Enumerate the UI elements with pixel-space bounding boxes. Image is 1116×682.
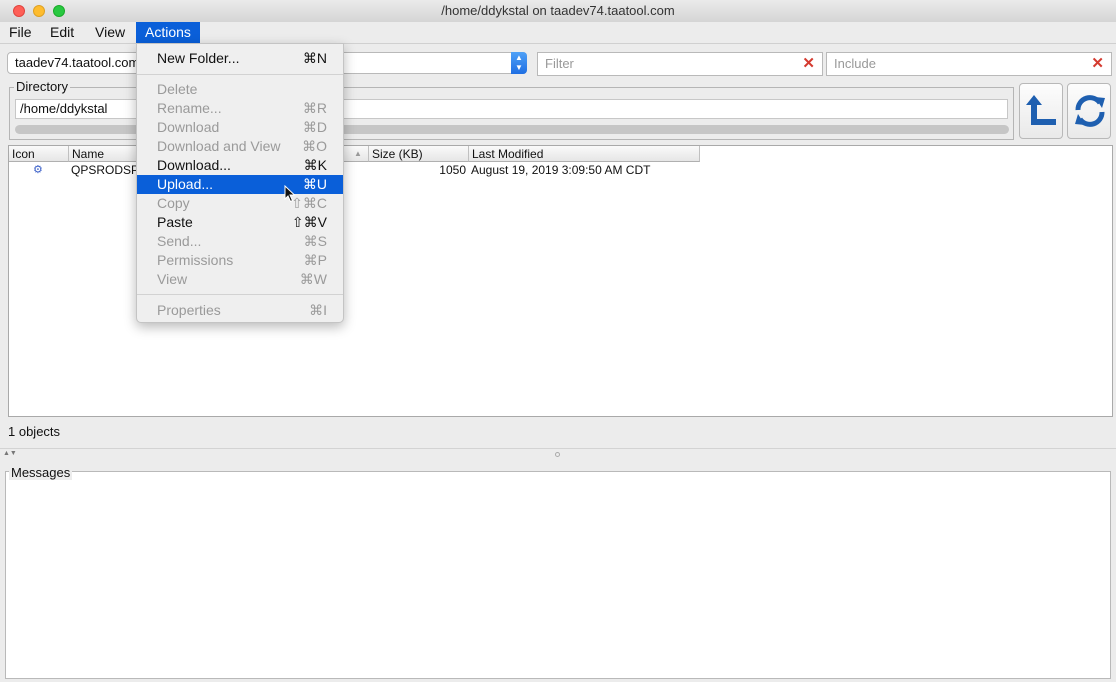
filter-input[interactable]: Filter ✕ — [537, 52, 823, 76]
refresh-icon — [1075, 95, 1105, 127]
file-last-modified: August 19, 2019 3:09:50 AM CDT — [471, 163, 651, 177]
menu-bar: File Edit View Actions — [0, 22, 1116, 44]
menu-item-permissions: Permissions ⌘P — [157, 252, 327, 268]
minimize-window-button[interactable] — [33, 5, 45, 17]
actions-menu: New Folder... ⌘N Delete Rename... ⌘R Downl… — [136, 43, 344, 323]
menu-separator — [137, 74, 343, 75]
file-icon: ⚙ — [33, 164, 43, 176]
title-bar: /home/ddykstal on taadev74.taatool.com — [0, 0, 1116, 23]
column-header-size[interactable]: Size (KB) — [369, 146, 469, 162]
directory-path: /home/ddykstal — [20, 101, 108, 116]
zoom-window-button[interactable] — [53, 5, 65, 17]
menu-item-upload[interactable]: Upload... ⌘U — [137, 175, 343, 194]
file-name: QPSRODSP. — [71, 163, 141, 177]
clear-filter-icon[interactable]: ✕ — [802, 53, 815, 75]
collapse-arrows-icon[interactable]: ▲▼ — [3, 450, 17, 457]
menu-item-view: View ⌘W — [157, 271, 327, 287]
object-count: 1 objects — [8, 424, 61, 439]
clear-include-icon[interactable]: ✕ — [1091, 53, 1104, 75]
menu-item-send: Send... ⌘S — [157, 233, 327, 249]
menu-item-new-folder[interactable]: New Folder... ⌘N — [137, 49, 343, 68]
menu-file[interactable]: File — [0, 22, 41, 43]
sort-ascending-icon: ▲ — [354, 149, 362, 158]
menu-item-properties: Properties ⌘I — [157, 302, 327, 318]
window-title: /home/ddykstal on taadev74.taatool.com — [441, 3, 675, 18]
column-header-icon[interactable]: Icon — [9, 146, 69, 162]
menu-item-rename: Rename... ⌘R — [157, 100, 327, 116]
menu-actions[interactable]: Actions — [136, 22, 200, 43]
menu-item-paste[interactable]: Paste ⇧⌘V — [137, 213, 343, 232]
host-value: taadev74.taatool.com — [15, 55, 140, 70]
directory-label: Directory — [14, 79, 71, 94]
menu-item-download-to[interactable]: Download... ⌘K — [137, 156, 343, 175]
menu-view[interactable]: View — [86, 22, 134, 43]
include-placeholder: Include — [834, 56, 876, 71]
menu-edit[interactable]: Edit — [41, 22, 83, 43]
file-size: 1050 — [439, 163, 466, 177]
menu-item-delete: Delete — [157, 81, 198, 97]
messages-label: Messages — [9, 465, 73, 480]
filter-placeholder: Filter — [545, 56, 574, 71]
close-window-button[interactable] — [13, 5, 25, 17]
menu-item-download-and-view: Download and View ⌘O — [157, 138, 327, 154]
column-header-last-modified[interactable]: Last Modified — [469, 146, 700, 162]
combo-arrows-icon[interactable]: ▲ ▼ — [511, 52, 527, 74]
refresh-button[interactable] — [1067, 83, 1111, 139]
include-input[interactable]: Include ✕ — [826, 52, 1112, 76]
mouse-pointer-icon — [284, 185, 296, 203]
menu-separator — [137, 294, 343, 295]
menu-item-copy: Copy ⇧⌘C — [157, 195, 327, 211]
splitter-grip-icon[interactable] — [555, 452, 560, 457]
arrow-up-left-icon — [1026, 95, 1056, 125]
parent-directory-button[interactable] — [1019, 83, 1063, 139]
messages-panel — [5, 471, 1111, 679]
menu-item-download: Download ⌘D — [157, 119, 327, 135]
split-pane-divider[interactable]: ▲▼ — [0, 448, 1116, 460]
